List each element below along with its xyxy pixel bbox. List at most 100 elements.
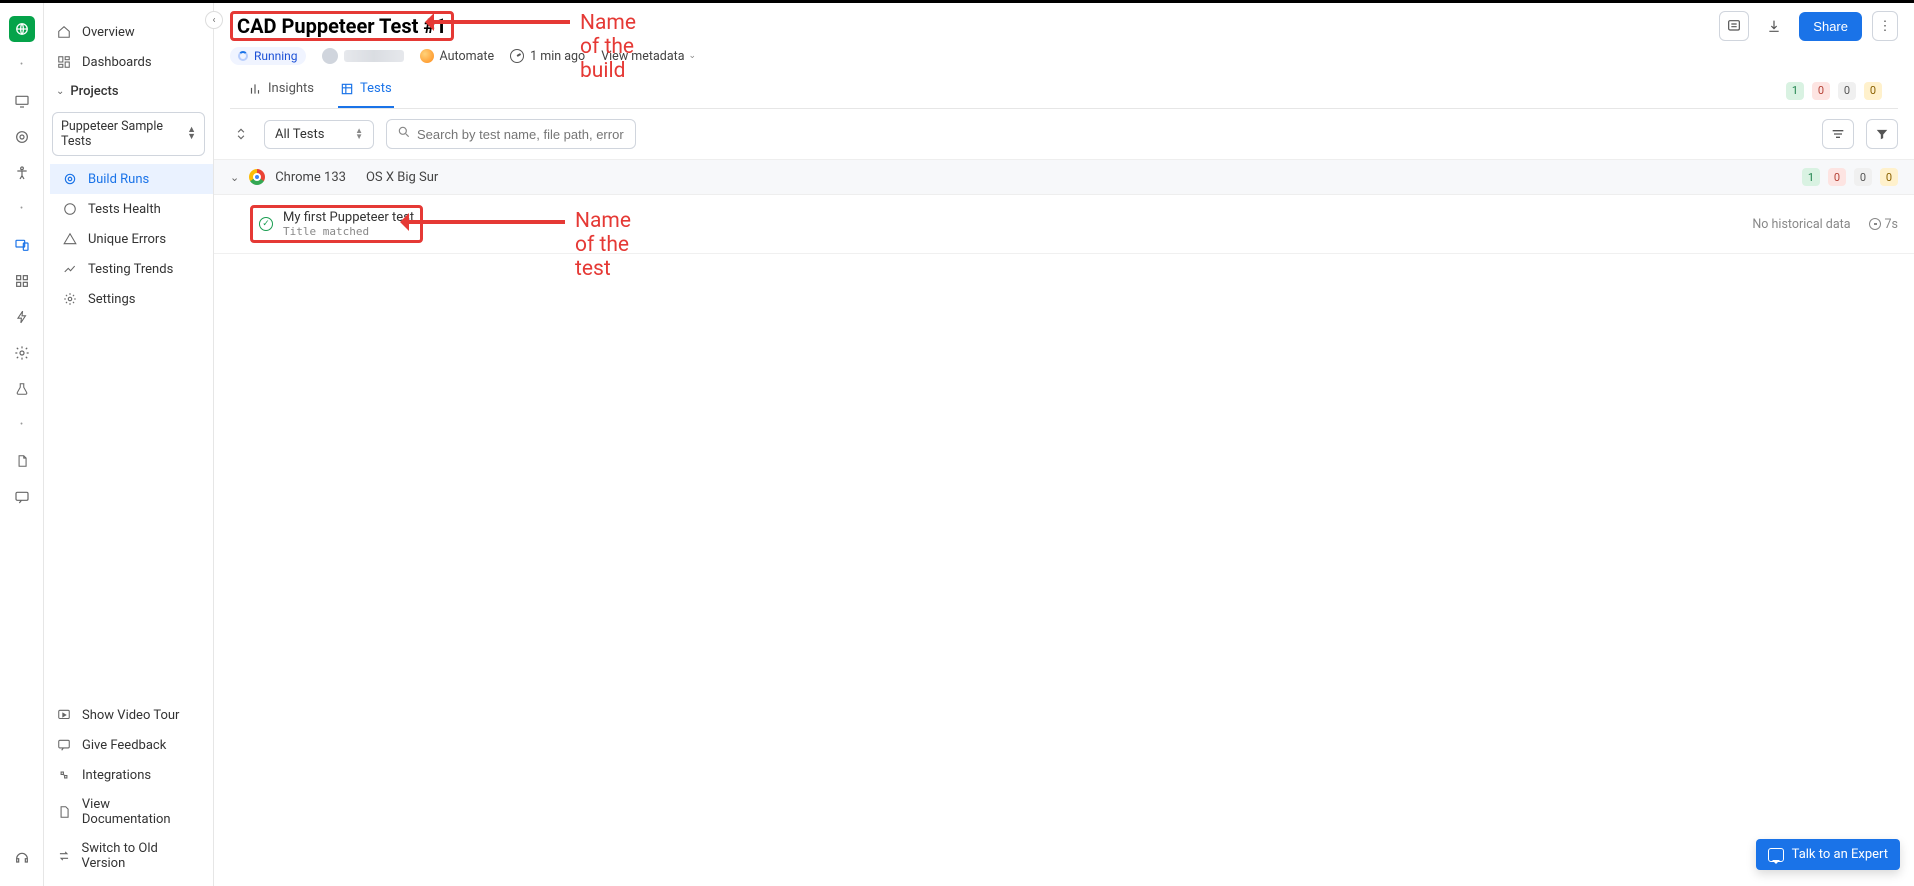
chevron-down-icon: ⌄ [689,51,697,61]
sidebar-item-feedback[interactable]: Give Feedback [44,730,213,760]
rail-headset-icon[interactable] [9,845,35,871]
test-filter-select[interactable]: All Tests ▲▼ [264,120,374,149]
sidebar-item-unique-errors[interactable]: Unique Errors [50,224,213,254]
collapse-sidebar-button[interactable]: ‹ [205,11,223,29]
brand-logo-icon[interactable] [9,16,35,42]
updown-icon: ▲▼ [187,127,196,141]
test-group-row[interactable]: ⌄ Chrome 133 OS X Big Sur 1 0 0 0 [214,160,1914,195]
chat-icon [1768,848,1784,862]
rail-beaker-icon[interactable] [9,376,35,402]
group-browser-label: Chrome 133 [275,170,346,185]
rail-separator-icon [9,52,35,78]
sidebar-item-overview[interactable]: Overview [44,17,213,47]
rail-device-icon[interactable] [9,232,35,258]
tab-insights[interactable]: Insights [246,73,316,108]
rail-doc-icon[interactable] [9,448,35,474]
annotation-arrow-test [405,220,565,224]
chrome-icon [249,169,265,185]
build-time: 1 min ago [510,49,585,64]
clock-icon [1869,218,1881,230]
sidebar-item-tests-health[interactable]: Tests Health [50,194,213,224]
chat-icon [56,737,72,753]
chevron-down-icon: ⌄ [56,86,64,97]
rail-feedback-icon[interactable] [9,484,35,510]
sidebar-item-label: Unique Errors [88,232,166,247]
user-avatar-icon [322,48,338,64]
rail-accessibility-icon[interactable] [9,160,35,186]
user-name-redacted [344,50,404,62]
chevron-down-icon[interactable]: ⌄ [230,171,239,184]
notes-button[interactable] [1719,11,1749,41]
updown-icon: ▲▼ [355,128,363,140]
switch-icon [56,848,72,864]
test-duration-value: 7s [1885,217,1898,232]
view-metadata-label: View metadata [601,49,684,64]
project-select-value: Puppeteer Sample Tests [61,119,187,149]
filter-button[interactable] [1866,119,1898,149]
sidebar-item-integrations[interactable]: Integrations [44,760,213,790]
sidebar-item-documentation[interactable]: View Documentation [44,790,213,834]
share-button[interactable]: Share [1799,12,1862,41]
plug-icon [56,767,72,783]
group-count-pending: 0 [1880,168,1898,186]
sidebar-item-label: Integrations [82,768,151,783]
sidebar-item-label: Give Feedback [82,738,166,753]
test-filter-value: All Tests [275,127,324,142]
sidebar-item-testing-trends[interactable]: Testing Trends [50,254,213,284]
play-icon [56,707,72,723]
sidebar-item-label: Switch to Old Version [82,841,201,871]
sidebar-item-label: Build Runs [88,172,149,187]
build-name: CAD Puppeteer Test #1 [230,11,454,41]
tab-label: Tests [360,81,392,96]
download-button[interactable] [1759,11,1789,41]
build-header: CAD Puppeteer Test #1 Name of the build … [214,3,1914,109]
tab-label: Insights [268,81,314,96]
automate-icon [420,49,434,63]
icon-rail [0,3,44,886]
rail-target-icon[interactable] [9,124,35,150]
clock-icon [510,49,524,63]
annotation-label-test: Name of the test [575,209,631,281]
sidebar-item-dashboards[interactable]: Dashboards [44,47,213,77]
trends-icon [62,261,78,277]
doc-icon [56,804,72,820]
search-icon [397,125,411,143]
rail-separator-icon [9,196,35,222]
chat-expert-button[interactable]: Talk to an Expert [1756,839,1900,870]
rail-gear-icon[interactable] [9,340,35,366]
sidebar-item-label: Dashboards [82,55,152,70]
home-icon [56,24,72,40]
projects-group-header[interactable]: ⌄ Projects [44,77,213,106]
build-user [322,48,404,64]
rail-bolt-icon[interactable] [9,304,35,330]
project-select[interactable]: Puppeteer Sample Tests ▲▼ [52,112,205,156]
sidebar-item-label: Show Video Tour [82,708,179,723]
tab-tests[interactable]: Tests [338,73,394,108]
spinner-icon [238,51,248,61]
sidebar-item-settings[interactable]: Settings [50,284,213,314]
test-subtitle: Title matched [283,225,414,238]
pass-status-icon: ✓ [259,217,273,231]
rail-grid-icon[interactable] [9,268,35,294]
test-row[interactable]: ✓ My first Puppeteer test Title matched … [214,195,1914,254]
group-count-skipped: 0 [1854,168,1872,186]
main-panel: CAD Puppeteer Test #1 Name of the build … [214,3,1914,886]
test-duration: 7s [1869,217,1898,232]
sort-button[interactable] [1822,119,1854,149]
sidebar-item-label: Overview [82,25,135,40]
sidebar-item-build-runs[interactable]: Build Runs [50,164,213,194]
group-count-failed: 0 [1828,168,1846,186]
sidebar-item-video-tour[interactable]: Show Video Tour [44,700,213,730]
build-product-label: Automate [440,49,495,64]
count-skipped: 0 [1838,82,1856,100]
view-metadata-dropdown[interactable]: View metadata ⌄ [601,49,696,64]
sidebar-item-old-version[interactable]: Switch to Old Version [44,834,213,878]
build-status-pill: Running [230,47,306,65]
collapse-all-button[interactable] [230,123,252,145]
rail-monitor-icon[interactable] [9,88,35,114]
group-count-passed: 1 [1802,168,1820,186]
more-menu-button[interactable]: ⋮ [1872,11,1898,41]
search-input-wrapper[interactable] [386,119,636,149]
search-input[interactable] [417,127,625,142]
target-icon [62,171,78,187]
